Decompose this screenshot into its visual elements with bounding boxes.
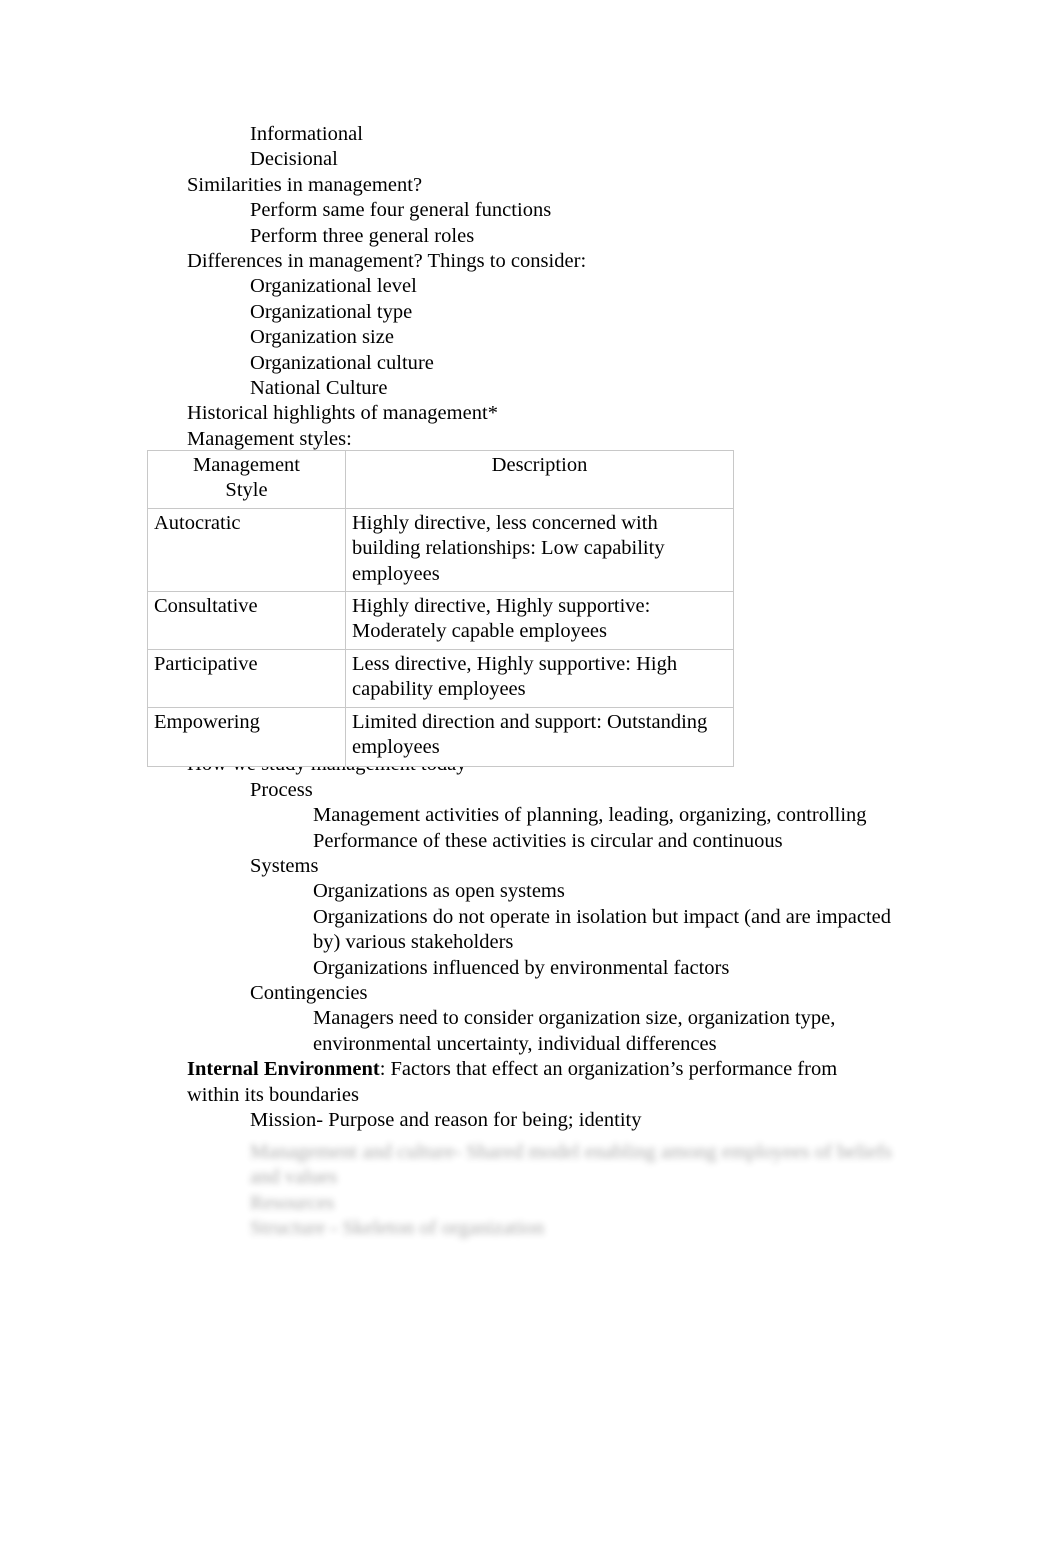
management-styles-table: Management Style Description Autocratic H… (147, 450, 734, 767)
study-systems-item-3: Organizations influenced by environmenta… (313, 956, 730, 979)
obscured-line: Structure - Skeleton of organization (250, 1217, 545, 1240)
outline-item-differences-5: National Culture (250, 377, 388, 400)
table-header-style: Management Style (147, 450, 346, 509)
table-row: Autocratic Highly directive, less concer… (147, 507, 734, 593)
obscured-line: Resources (250, 1191, 335, 1214)
obscured-line: and values (250, 1166, 338, 1189)
table-row: Participative Less directive, Highly sup… (147, 648, 734, 708)
internal-environment-term: Internal Environment (187, 1058, 380, 1081)
study-process-item-2: Performance of these activities is circu… (313, 829, 783, 852)
table-cell-description: Limited direction and support: Outstandi… (345, 706, 734, 767)
outline-item-similarities-2: Perform three general roles (250, 224, 475, 247)
management-styles-table-container: Management Style Description Autocratic H… (147, 450, 734, 767)
study-process-item-1: Management activities of planning, leadi… (313, 804, 867, 827)
table-row: Empowering Limited direction and support… (147, 706, 734, 767)
study-process-label: Process (250, 778, 313, 801)
outline-item-similarities-1: Perform same four general functions (250, 199, 552, 222)
outline-item-differences-1: Organizational level (250, 275, 417, 298)
outline-heading-similarities: Similarities in management? (187, 173, 423, 196)
table-cell-style: Consultative (147, 591, 346, 650)
table-header-row: Management Style Description (147, 450, 734, 509)
table-cell-description: Less directive, Highly supportive: High … (345, 648, 734, 708)
internal-environment-mission: Mission- Purpose and reason for being; i… (250, 1108, 642, 1131)
obscured-preview-text: Management and culture- Shared model ena… (250, 1140, 930, 1242)
table-row: Consultative Highly directive, Highly su… (147, 591, 734, 650)
outline-item-differences-4: Organizational culture (250, 351, 434, 374)
outline-item-differences-2: Organizational type (250, 300, 413, 323)
table-header-style-line2: Style (225, 479, 268, 502)
internal-environment-paragraph: Internal Environment: Factors that effec… (187, 1057, 877, 1108)
study-systems-item-1: Organizations as open systems (313, 880, 565, 903)
outline-item-informational: Informational (250, 123, 363, 145)
outline-item-differences-3: Organization size (250, 326, 394, 349)
outline-heading-differences: Differences in management? Things to con… (187, 250, 587, 273)
outline-heading-historical-highlights: Historical highlights of management* (187, 402, 499, 425)
table-cell-style: Empowering (147, 706, 346, 767)
study-systems-label: Systems (250, 854, 319, 877)
table-cell-style: Participative (147, 648, 346, 708)
table-header-description: Description (345, 450, 734, 509)
study-contingencies-label: Contingencies (250, 981, 368, 1004)
obscured-line: Management and culture- Shared model ena… (250, 1141, 892, 1163)
outline-heading-management-styles: Management styles: (187, 427, 352, 450)
outline-item-decisional: Decisional (250, 148, 338, 171)
study-contingencies-item-1: Managers need to consider organization s… (313, 1007, 836, 1055)
table-cell-description: Highly directive, Highly supportive: Mod… (345, 591, 734, 650)
document-page: Informational Decisional Similarities in… (0, 0, 1062, 1556)
table-header-style-line1: Management (192, 454, 300, 476)
study-systems-item-2: Organizations do not operate in isolatio… (313, 905, 892, 954)
table-cell-style: Autocratic (147, 507, 346, 593)
table-cell-description: Highly directive, less concerned with bu… (345, 507, 734, 593)
